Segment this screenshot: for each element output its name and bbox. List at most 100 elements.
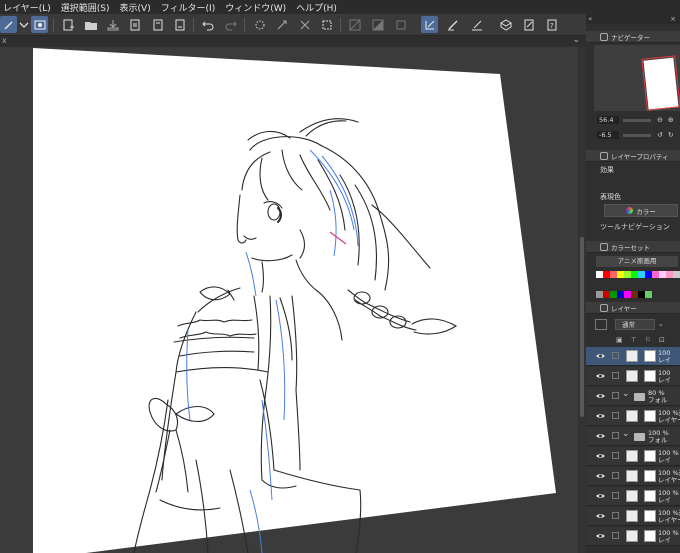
rotate-left-icon[interactable]: ↺ bbox=[657, 131, 663, 139]
help-icon[interactable]: ? bbox=[543, 16, 560, 33]
layer-folder-row[interactable]: ⌄ 80 % フォル bbox=[586, 387, 680, 406]
layer-row[interactable]: 100 レイ bbox=[586, 347, 680, 366]
color-swatch[interactable] bbox=[673, 271, 680, 278]
visibility-eye-icon[interactable] bbox=[596, 392, 605, 400]
fill-selection-icon[interactable] bbox=[392, 16, 409, 33]
zoom-out-icon[interactable]: ⊖ bbox=[657, 116, 663, 124]
menu-view[interactable]: 表示(V) bbox=[117, 1, 158, 14]
ruler-snap-icon[interactable] bbox=[421, 16, 438, 33]
transform-icon[interactable] bbox=[273, 16, 290, 33]
layer-lock-checkbox[interactable] bbox=[612, 432, 619, 439]
visibility-eye-icon[interactable] bbox=[596, 372, 605, 380]
layer-row[interactable]: 100 % レイ bbox=[586, 487, 680, 506]
color-swatch[interactable] bbox=[659, 271, 666, 278]
layer-lock-checkbox[interactable] bbox=[612, 352, 619, 359]
menu-help[interactable]: ヘルプ(H) bbox=[293, 1, 344, 14]
menu-layer[interactable]: レイヤー(L) bbox=[0, 1, 58, 14]
menu-filter[interactable]: フィルター(I) bbox=[158, 1, 223, 14]
export-2-icon[interactable] bbox=[149, 16, 166, 33]
visibility-eye-icon[interactable] bbox=[596, 472, 605, 480]
color-swatch[interactable] bbox=[603, 271, 610, 278]
menu-selection[interactable]: 選択範囲(S) bbox=[58, 1, 117, 14]
open-folder-icon[interactable] bbox=[82, 16, 99, 33]
color-swatch[interactable] bbox=[596, 271, 603, 278]
zoom-slider[interactable] bbox=[623, 118, 651, 122]
color-swatch[interactable] bbox=[624, 291, 631, 298]
visibility-eye-icon[interactable] bbox=[596, 432, 605, 440]
color-mode-button[interactable]: カラー bbox=[604, 204, 678, 217]
layer-lock-checkbox[interactable] bbox=[612, 372, 619, 379]
color-swatch[interactable] bbox=[610, 271, 617, 278]
color-set-header[interactable]: カラーセット bbox=[586, 241, 680, 253]
drawing-canvas[interactable] bbox=[0, 36, 586, 553]
layer-panel-header[interactable]: レイヤー bbox=[586, 302, 680, 314]
layer-lock-checkbox[interactable] bbox=[612, 452, 619, 459]
chevron-down-icon[interactable] bbox=[15, 16, 32, 33]
undo-icon[interactable] bbox=[199, 16, 216, 33]
layer-property-header[interactable]: レイヤープロパティ bbox=[586, 150, 680, 162]
folder-expand-icon[interactable]: ⌄ bbox=[622, 429, 630, 439]
zoom-in-icon[interactable]: ⊕ bbox=[668, 116, 674, 124]
save-icon[interactable] bbox=[104, 16, 121, 33]
layer-row[interactable]: 100 % レイ bbox=[586, 447, 680, 466]
color-swatch[interactable] bbox=[631, 271, 638, 278]
scale-icon[interactable] bbox=[296, 16, 313, 33]
color-swatch[interactable] bbox=[617, 291, 624, 298]
visibility-eye-icon[interactable] bbox=[596, 532, 605, 540]
new-file-icon[interactable] bbox=[59, 16, 76, 33]
color-swatch[interactable] bbox=[666, 271, 673, 278]
visibility-eye-icon[interactable] bbox=[596, 452, 605, 460]
redo-icon[interactable] bbox=[222, 16, 239, 33]
layer-lock-checkbox[interactable] bbox=[612, 392, 619, 399]
clip-icon[interactable]: ⊤ bbox=[631, 336, 637, 344]
export-3-icon[interactable] bbox=[171, 16, 188, 33]
pen-pressure-icon[interactable] bbox=[468, 16, 485, 33]
navigator-header[interactable]: ナビゲーター bbox=[586, 31, 680, 43]
color-swatch[interactable] bbox=[610, 291, 617, 298]
visibility-eye-icon[interactable] bbox=[596, 412, 605, 420]
layer-row[interactable]: 100 %通レイヤー bbox=[586, 407, 680, 426]
edit-icon[interactable] bbox=[520, 16, 537, 33]
color-swatch[interactable] bbox=[645, 271, 652, 278]
reference-icon[interactable]: ⚐ bbox=[645, 336, 651, 344]
layer-mode-icon[interactable] bbox=[31, 16, 48, 33]
layer-lock-checkbox[interactable] bbox=[612, 412, 619, 419]
chevron-down-icon[interactable]: ⌄ bbox=[658, 320, 664, 328]
palette-color-box[interactable] bbox=[595, 318, 607, 330]
close-icon[interactable]: × bbox=[670, 15, 676, 23]
brush-icon[interactable] bbox=[444, 16, 461, 33]
visibility-eye-icon[interactable] bbox=[596, 512, 605, 520]
lock-icon[interactable]: ▣ bbox=[616, 336, 623, 344]
layer-lock-checkbox[interactable] bbox=[612, 492, 619, 499]
color-swatch[interactable] bbox=[638, 291, 645, 298]
zoom-value[interactable]: 56.4 bbox=[597, 116, 619, 124]
color-swatch[interactable] bbox=[645, 291, 652, 298]
color-swatch[interactable] bbox=[638, 271, 645, 278]
canvas-area[interactable]: x ⌄ bbox=[0, 36, 586, 553]
3d-icon[interactable] bbox=[497, 16, 514, 33]
layer-lock-checkbox[interactable] bbox=[612, 512, 619, 519]
layer-row[interactable]: 100 %通レイヤー bbox=[586, 507, 680, 526]
color-swatch[interactable] bbox=[624, 271, 631, 278]
layer-lock-checkbox[interactable] bbox=[612, 532, 619, 539]
navigator-preview[interactable] bbox=[594, 45, 680, 111]
folder-expand-icon[interactable]: ⌄ bbox=[622, 389, 630, 399]
layer-row[interactable]: 100 レイ bbox=[586, 367, 680, 386]
clear-selection-icon[interactable] bbox=[346, 16, 363, 33]
color-swatch[interactable] bbox=[617, 271, 624, 278]
visibility-eye-icon[interactable] bbox=[596, 492, 605, 500]
visibility-eye-icon[interactable] bbox=[596, 352, 605, 360]
color-swatch[interactable] bbox=[603, 291, 610, 298]
color-swatch[interactable] bbox=[631, 291, 638, 298]
menu-window[interactable]: ウィンドウ(W) bbox=[222, 1, 293, 14]
rotation-value[interactable]: -6.5 bbox=[597, 131, 619, 139]
layer-row[interactable]: 100 %通レイヤー bbox=[586, 467, 680, 486]
sparkle-icon[interactable] bbox=[251, 16, 268, 33]
invert-selection-icon[interactable] bbox=[369, 16, 386, 33]
layer-folder-row[interactable]: ⌄ 100 % フォル bbox=[586, 427, 680, 446]
color-set-selector[interactable]: アニメ原画用 bbox=[596, 256, 678, 267]
crop-icon[interactable] bbox=[318, 16, 335, 33]
color-swatch[interactable] bbox=[652, 271, 659, 278]
rotation-slider[interactable] bbox=[623, 133, 651, 137]
color-swatch[interactable] bbox=[596, 291, 603, 298]
